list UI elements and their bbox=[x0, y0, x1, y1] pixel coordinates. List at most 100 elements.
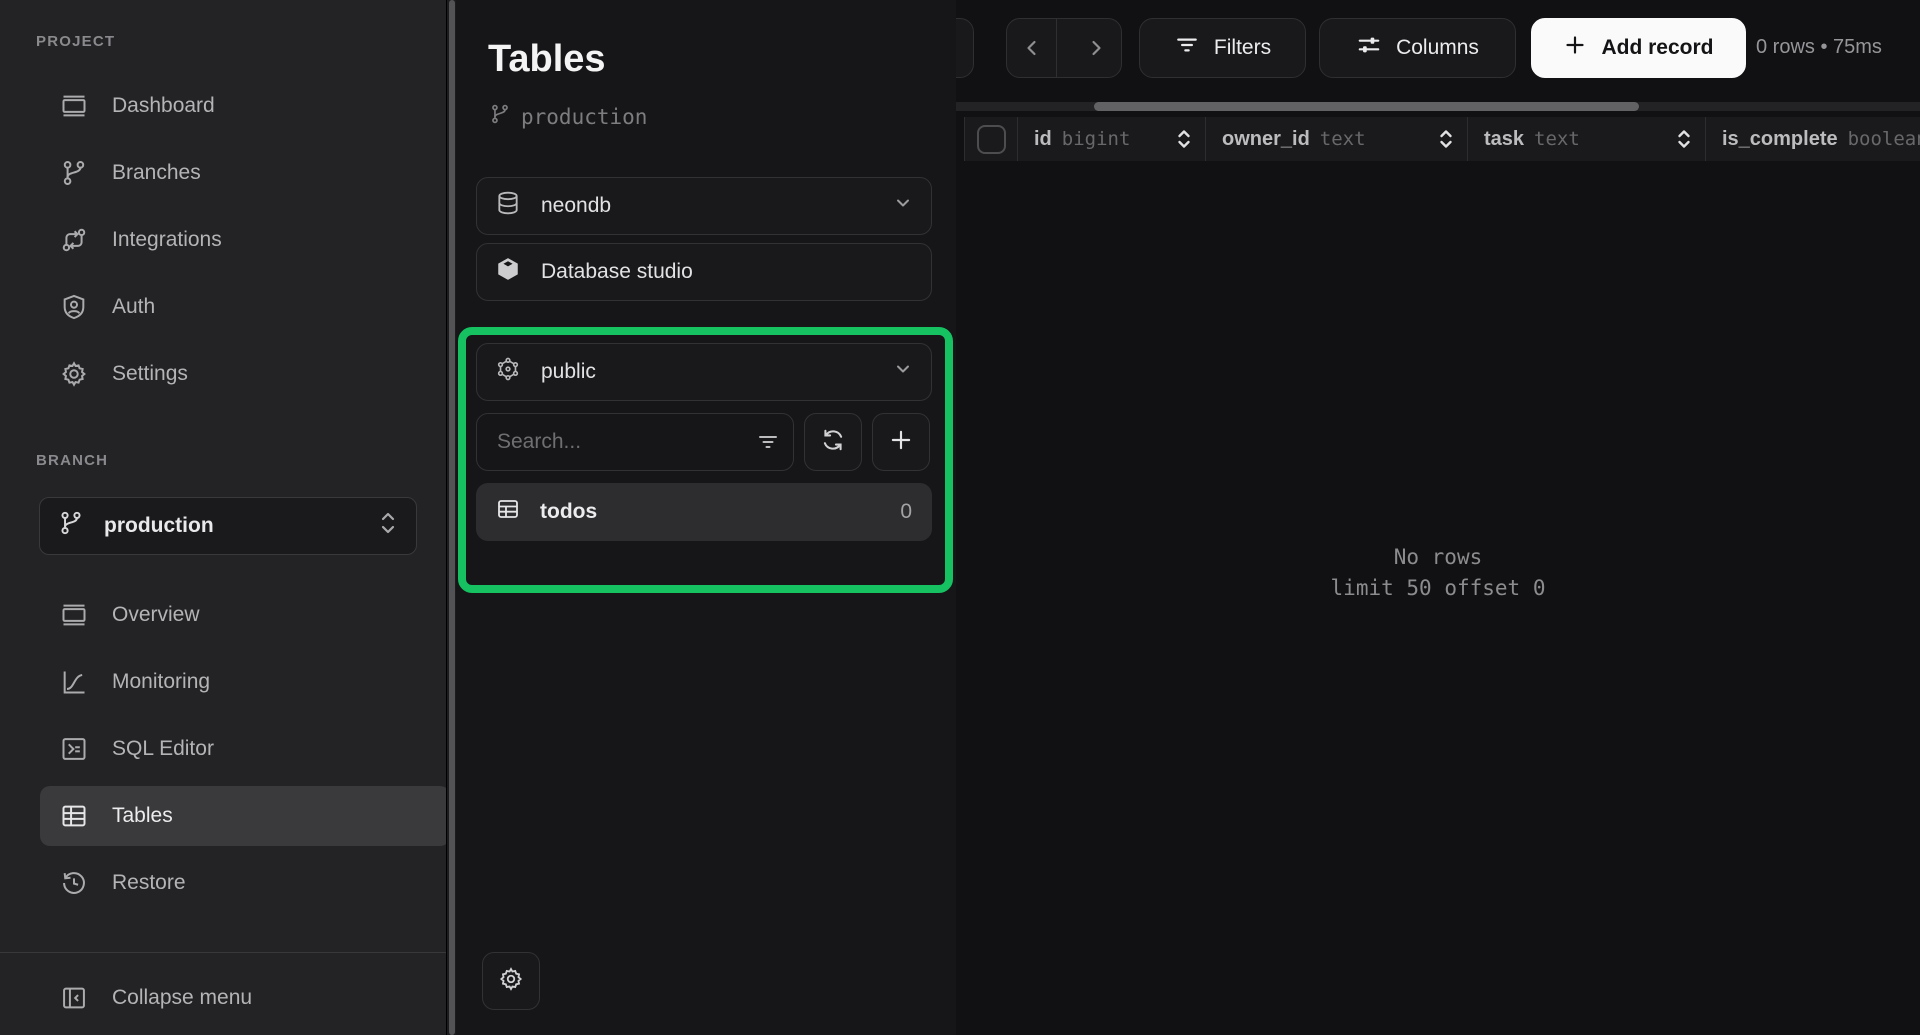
empty-state-message: No rows limit 50 offset 0 bbox=[956, 542, 1920, 604]
search-input-wrap bbox=[476, 413, 794, 471]
add-table-button[interactable] bbox=[872, 413, 930, 471]
restore-clock-icon bbox=[60, 869, 88, 897]
pagination-control bbox=[1006, 18, 1122, 78]
plus-icon bbox=[888, 427, 914, 458]
chevron-down-icon bbox=[893, 359, 913, 385]
next-page-button[interactable] bbox=[1071, 19, 1121, 77]
branch-icon bbox=[489, 103, 511, 130]
chevron-down-icon bbox=[893, 193, 913, 219]
collapse-menu-label: Collapse menu bbox=[112, 986, 252, 1010]
branch-nav: Overview Monitoring SQL Editor Tables bbox=[40, 585, 450, 913]
filters-label: Filters bbox=[1214, 36, 1271, 60]
sidebar-item-label: Overview bbox=[112, 603, 200, 627]
refresh-button[interactable] bbox=[804, 413, 862, 471]
column-header-is-complete[interactable]: is_complete boolean bbox=[1706, 117, 1920, 161]
sidebar-item-label: Settings bbox=[112, 362, 188, 386]
sidebar-scrollbar[interactable] bbox=[446, 0, 456, 1035]
column-header-owner-id[interactable]: owner_id text bbox=[1206, 117, 1468, 161]
integrations-icon bbox=[60, 226, 88, 254]
prev-page-button[interactable] bbox=[1007, 19, 1057, 77]
sidebar-item-tables[interactable]: Tables bbox=[40, 786, 450, 846]
branch-section-label: BRANCH bbox=[36, 452, 108, 469]
table-grid-icon bbox=[496, 497, 520, 527]
schema-selector-value: public bbox=[541, 360, 596, 384]
sql-editor-icon bbox=[60, 735, 88, 763]
sidebar-item-label: Tables bbox=[112, 804, 173, 828]
project-nav: Dashboard Branches Integrations Auth bbox=[40, 76, 450, 404]
cube-icon bbox=[495, 256, 521, 288]
collapse-menu-button[interactable]: Collapse menu bbox=[40, 968, 450, 1028]
gear-icon bbox=[498, 966, 524, 997]
sidebar-item-branches[interactable]: Branches bbox=[40, 143, 450, 203]
table-name: todos bbox=[540, 500, 597, 524]
column-type: bigint bbox=[1062, 128, 1131, 150]
sidebar-item-label: SQL Editor bbox=[112, 737, 214, 761]
refresh-icon bbox=[820, 427, 846, 458]
sidebar-item-label: Dashboard bbox=[112, 94, 215, 118]
sidebar-item-dashboard[interactable]: Dashboard bbox=[40, 76, 450, 136]
sidebar-item-label: Auth bbox=[112, 295, 155, 319]
panel-title: Tables bbox=[488, 38, 606, 81]
add-record-button[interactable]: Add record bbox=[1531, 18, 1746, 78]
sidebar-item-auth[interactable]: Auth bbox=[40, 277, 450, 337]
column-name: task bbox=[1484, 128, 1524, 151]
sidebar-divider bbox=[0, 952, 446, 953]
sidebar-item-integrations[interactable]: Integrations bbox=[40, 210, 450, 270]
table-search-row bbox=[476, 413, 932, 471]
gear-icon bbox=[60, 360, 88, 388]
filter-funnel-icon bbox=[1174, 32, 1200, 64]
database-selector-value: neondb bbox=[541, 194, 611, 218]
overview-icon bbox=[60, 601, 88, 629]
column-header-id[interactable]: id bigint bbox=[1018, 117, 1206, 161]
column-header-task[interactable]: task text bbox=[1468, 117, 1706, 161]
sidebar: PROJECT Dashboard Branches Integrations bbox=[0, 0, 456, 1035]
row-count-status: 0 rows • 75ms bbox=[1756, 36, 1882, 59]
panel-settings-button[interactable] bbox=[482, 952, 540, 1010]
sidebar-item-settings[interactable]: Settings bbox=[40, 344, 450, 404]
select-all-checkbox[interactable] bbox=[977, 125, 1006, 154]
sort-chevrons-icon[interactable] bbox=[1437, 128, 1455, 155]
panel-branch-name: production bbox=[521, 105, 647, 129]
table-row-count: 0 bbox=[900, 500, 912, 524]
sidebar-item-overview[interactable]: Overview bbox=[40, 585, 450, 645]
horizontal-scrollbar[interactable] bbox=[956, 102, 1920, 111]
columns-sliders-icon bbox=[1356, 32, 1382, 64]
sidebar-item-monitoring[interactable]: Monitoring bbox=[40, 652, 450, 712]
schema-icon bbox=[495, 356, 521, 388]
database-icon bbox=[495, 190, 521, 222]
scrollbar-thumb[interactable] bbox=[1094, 102, 1639, 111]
neon-console-app: PROJECT Dashboard Branches Integrations bbox=[0, 0, 1920, 1035]
column-type: text bbox=[1534, 128, 1580, 150]
tables-icon bbox=[60, 802, 88, 830]
branch-selector[interactable]: production bbox=[39, 497, 417, 555]
sidebar-item-restore[interactable]: Restore bbox=[40, 853, 450, 913]
branch-icon bbox=[60, 159, 88, 187]
sidebar-item-label: Integrations bbox=[112, 228, 222, 252]
filter-funnel-icon[interactable] bbox=[756, 430, 780, 459]
filters-button[interactable]: Filters bbox=[1139, 18, 1306, 78]
project-section-label: PROJECT bbox=[36, 33, 115, 50]
sort-chevrons-icon[interactable] bbox=[1175, 128, 1193, 155]
monitoring-chart-icon bbox=[60, 668, 88, 696]
plus-icon bbox=[1563, 33, 1587, 63]
sidebar-footer: Collapse menu bbox=[40, 968, 450, 1028]
table-list-item-todos[interactable]: todos 0 bbox=[476, 483, 932, 541]
select-all-cell bbox=[964, 117, 1018, 161]
database-studio-label: Database studio bbox=[541, 260, 693, 284]
sidebar-item-sql-editor[interactable]: SQL Editor bbox=[40, 719, 450, 779]
database-selector[interactable]: neondb bbox=[476, 177, 932, 235]
cutoff-toolbar-button[interactable] bbox=[956, 18, 974, 78]
tables-panel: Tables production neondb Database studio bbox=[456, 0, 956, 1035]
sidebar-item-label: Branches bbox=[112, 161, 201, 185]
columns-button[interactable]: Columns bbox=[1319, 18, 1516, 78]
database-studio-button[interactable]: Database studio bbox=[476, 243, 932, 301]
column-name: id bbox=[1034, 128, 1052, 151]
scrollbar-thumb[interactable] bbox=[449, 0, 455, 1035]
branch-icon bbox=[58, 510, 84, 542]
schema-selector[interactable]: public bbox=[476, 343, 932, 401]
dashboard-icon bbox=[60, 92, 88, 120]
empty-state-line2: limit 50 offset 0 bbox=[956, 573, 1920, 604]
sort-chevrons-icon[interactable] bbox=[1675, 128, 1693, 155]
search-input[interactable] bbox=[476, 413, 794, 471]
data-grid-panel: Filters Columns Add record 0 rows • 75ms… bbox=[956, 0, 1920, 1035]
